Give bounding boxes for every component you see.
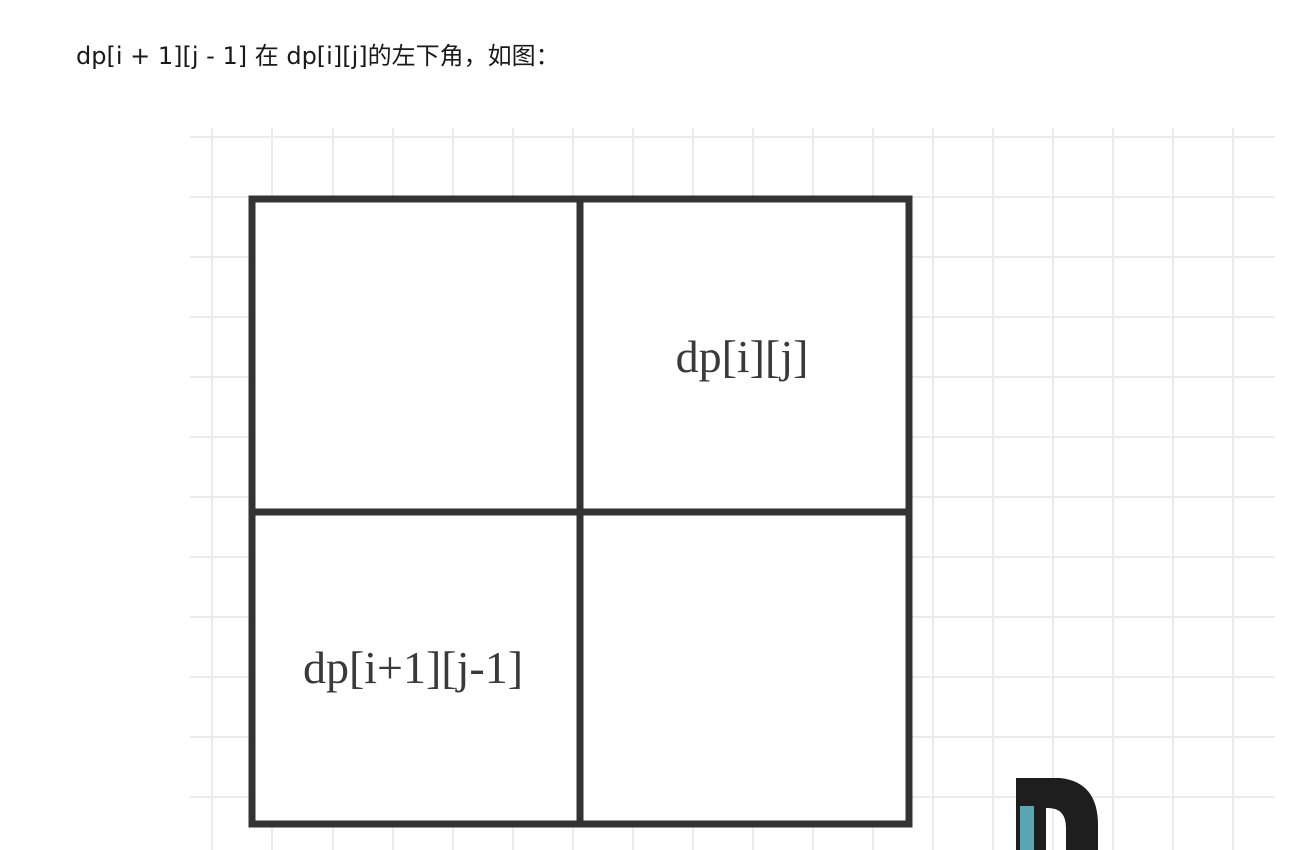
cell-dp-i1-j1: dp[i+1][j-1] (303, 642, 523, 693)
partial-logo-icon (1016, 778, 1098, 850)
dp-diagram: dp[i][j] dp[i+1][j-1] (190, 128, 1275, 850)
cell-dp-i-j: dp[i][j] (676, 331, 809, 382)
